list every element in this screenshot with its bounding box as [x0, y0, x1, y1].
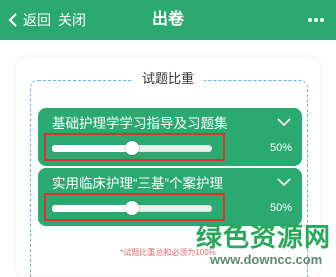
section-title: 试题比重: [0, 70, 336, 88]
weight-percent: 50%: [269, 142, 292, 154]
subject-card: 基础护理学学习指导及习题集 50%: [38, 108, 302, 166]
watermark-text: 绿色资源网: [196, 222, 332, 252]
chevron-down-icon[interactable]: [276, 176, 292, 188]
slider-thumb[interactable]: [125, 201, 139, 215]
subject-title: 基础护理学学习指导及习题集: [52, 116, 228, 131]
subject-title: 实用临床护理“三基”个案护理: [52, 176, 223, 191]
more-dots-icon[interactable]: [306, 10, 326, 30]
watermark-url: www.downcc.com: [210, 252, 323, 267]
weight-slider[interactable]: [52, 201, 212, 215]
slider-fill: [52, 145, 132, 152]
subject-card: 实用临床护理“三基”个案护理 50%: [38, 168, 302, 226]
chevron-down-icon[interactable]: [276, 116, 292, 128]
weight-percent: 50%: [269, 202, 292, 214]
top-bar: 返回 关闭 出卷: [0, 0, 336, 40]
slider-fill: [52, 205, 132, 212]
weight-slider[interactable]: [52, 141, 212, 155]
page-title: 出卷: [151, 11, 184, 28]
slider-thumb[interactable]: [125, 141, 139, 155]
